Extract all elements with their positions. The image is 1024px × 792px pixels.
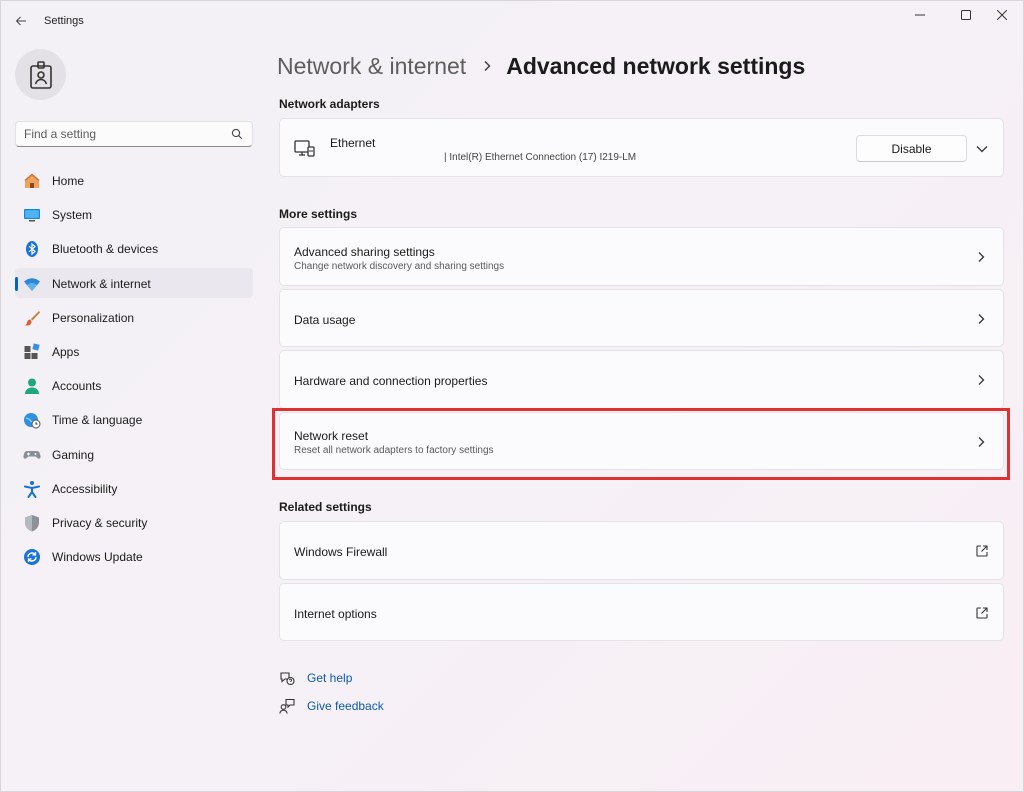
- chevron-right-icon: [975, 251, 987, 263]
- chevron-right-icon: [975, 374, 987, 386]
- sidebar-item-label: Time & language: [52, 413, 143, 428]
- sidebar-item-apps[interactable]: Apps: [15, 336, 253, 366]
- disable-adapter-button[interactable]: Disable: [856, 135, 967, 162]
- card-title: Advanced sharing settings: [294, 245, 435, 259]
- gamepad-icon: [23, 446, 41, 464]
- close-icon: [997, 10, 1007, 20]
- give-feedback-link[interactable]: Give feedback: [279, 698, 384, 714]
- back-arrow-icon: [15, 16, 26, 26]
- sidebar-item-label: Network & internet: [52, 276, 151, 291]
- card-title: Hardware and connection properties: [294, 374, 488, 388]
- account-icon: [23, 377, 41, 395]
- sidebar-item-time-language[interactable]: Time & language: [15, 404, 253, 434]
- page-title: Advanced network settings: [506, 52, 806, 79]
- title-bar: Settings: [1, 1, 1024, 41]
- sidebar-item-accounts[interactable]: Accounts: [15, 370, 253, 400]
- sidebar-item-label: Windows Update: [52, 550, 143, 565]
- update-icon: [23, 548, 41, 566]
- bluetooth-icon: [23, 240, 41, 258]
- chevron-right-icon: [484, 60, 491, 72]
- shield-icon: [23, 514, 41, 532]
- sidebar-item-label: Privacy & security: [52, 515, 148, 530]
- section-title-related-settings: Related settings: [279, 500, 372, 514]
- globe-clock-icon: [23, 411, 41, 429]
- wifi-icon: [23, 275, 41, 293]
- expand-adapter-button[interactable]: [974, 141, 990, 157]
- get-help-label: Get help: [307, 671, 353, 685]
- give-feedback-label: Give feedback: [307, 699, 384, 713]
- sidebar-item-windows-update[interactable]: Windows Update: [15, 541, 253, 571]
- system-icon: [23, 206, 41, 224]
- apps-icon: [23, 343, 41, 361]
- sidebar-item-home[interactable]: Home: [15, 165, 253, 195]
- chevron-down-icon: [976, 146, 988, 153]
- minimize-icon: [915, 14, 925, 16]
- close-button[interactable]: [979, 1, 1024, 29]
- sidebar-item-accessibility[interactable]: Accessibility: [15, 473, 253, 503]
- advanced-sharing-settings-card[interactable]: Advanced sharing settings Change network…: [279, 227, 1004, 286]
- back-button[interactable]: [9, 9, 33, 33]
- search-box[interactable]: [15, 121, 253, 147]
- external-link-icon: [976, 545, 988, 557]
- user-avatar[interactable]: [15, 49, 66, 100]
- hardware-connection-properties-card[interactable]: Hardware and connection properties: [279, 350, 1004, 409]
- sidebar-item-network[interactable]: Network & internet: [15, 267, 253, 298]
- sidebar-item-label: System: [52, 208, 93, 223]
- card-subtitle: Change network discovery and sharing set…: [294, 261, 505, 272]
- data-usage-card[interactable]: Data usage: [279, 289, 1004, 347]
- sidebar-item-label: Home: [52, 174, 85, 188]
- minimize-button[interactable]: [897, 1, 943, 29]
- sidebar-item-gaming[interactable]: Gaming: [15, 439, 253, 469]
- sidebar-item-label: Bluetooth & devices: [52, 242, 159, 257]
- sidebar-item-privacy[interactable]: Privacy & security: [15, 507, 253, 537]
- badge-person-icon: [29, 60, 52, 89]
- get-help-link[interactable]: Get help: [279, 670, 352, 686]
- card-title: Windows Firewall: [294, 545, 388, 559]
- sidebar-item-label: Accessibility: [52, 481, 118, 496]
- windows-firewall-card[interactable]: Windows Firewall: [279, 521, 1004, 580]
- breadcrumb-parent-link[interactable]: Network & internet: [277, 53, 466, 80]
- external-link-icon: [976, 607, 988, 619]
- section-title-more-settings: More settings: [279, 207, 358, 221]
- help-chat-icon: [280, 672, 295, 686]
- adapter-name: Ethernet: [330, 136, 376, 150]
- sidebar-item-bluetooth[interactable]: Bluetooth & devices: [15, 233, 253, 263]
- brush-icon: [23, 309, 41, 327]
- app-title: Settings: [44, 15, 84, 27]
- home-icon: [23, 172, 41, 190]
- sidebar-item-system[interactable]: System: [15, 199, 253, 229]
- section-title-network-adapters: Network adapters: [279, 97, 380, 111]
- search-input[interactable]: [16, 122, 216, 146]
- breadcrumb: Network & internet Advanced network sett…: [277, 50, 805, 82]
- sidebar-item-label: Accounts: [52, 379, 102, 394]
- highlight-box: [272, 408, 1010, 480]
- feedback-icon: [279, 698, 295, 714]
- ethernet-icon: [294, 140, 315, 157]
- internet-options-card[interactable]: Internet options: [279, 583, 1004, 641]
- settings-window: Settings Home: [0, 0, 1024, 792]
- sidebar-item-personalization[interactable]: Personalization: [15, 302, 253, 332]
- ethernet-adapter-card: Ethernet | Intel(R) Ethernet Connection …: [279, 118, 1004, 177]
- sidebar-nav: Home System Bluetooth & devices Network …: [15, 165, 253, 575]
- sidebar-item-label: Gaming: [52, 447, 95, 462]
- adapter-description: | Intel(R) Ethernet Connection (17) I219…: [444, 152, 637, 163]
- chevron-right-icon: [975, 313, 987, 325]
- sidebar-item-label: Apps: [52, 344, 80, 359]
- accessibility-icon: [23, 480, 41, 498]
- card-title: Data usage: [294, 313, 356, 327]
- maximize-icon: [961, 10, 971, 20]
- card-title: Internet options: [294, 607, 377, 621]
- sidebar-item-label: Personalization: [52, 310, 135, 325]
- search-icon: [231, 128, 242, 139]
